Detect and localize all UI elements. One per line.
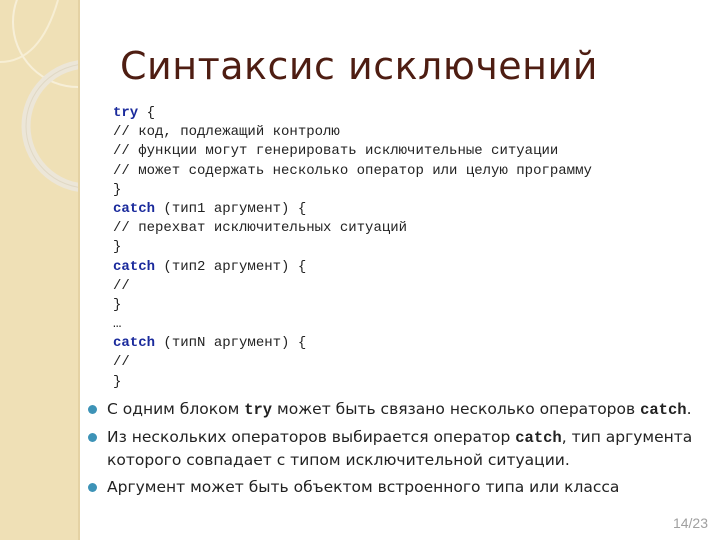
- code-line: }: [113, 373, 592, 392]
- bullet-dot-icon: [88, 433, 97, 442]
- decorative-rings-icon: [0, 0, 78, 192]
- code-line: catch (тип1 аргумент) {: [113, 200, 592, 219]
- code-text: }: [113, 239, 122, 256]
- bullet-text: может быть связано несколько операторов: [272, 400, 641, 418]
- code-line: catch (тип2 аргумент) {: [113, 258, 592, 277]
- code-text: // перехват исключительных ситуаций: [113, 220, 408, 237]
- code-line: // функции могут генерировать исключител…: [113, 142, 592, 161]
- code-line: }: [113, 181, 592, 200]
- slide-title: Синтаксис исключений: [120, 44, 598, 88]
- code-line: }: [113, 296, 592, 315]
- code-text: (тип1 аргумент) {: [155, 200, 307, 217]
- bullet-text: .: [686, 400, 692, 418]
- code-text: // код, подлежащий контролю: [113, 124, 340, 141]
- code-text: // может содержать несколько оператор ил…: [113, 162, 592, 179]
- inline-code: try: [244, 401, 273, 419]
- code-line: // может содержать несколько оператор ил…: [113, 162, 592, 181]
- code-text: //: [113, 277, 130, 294]
- code-text: }: [113, 373, 122, 390]
- code-text: }: [113, 296, 122, 313]
- code-text: // функции могут генерировать исключител…: [113, 143, 559, 160]
- inline-code: catch: [515, 429, 562, 447]
- code-keyword: try: [113, 105, 139, 121]
- decorative-sidebar: [0, 0, 80, 540]
- code-text: (тип2 аргумент) {: [155, 258, 307, 275]
- bullet-text: С одним блоком: [107, 400, 245, 418]
- code-block: try {// код, подлежащий контролю// функц…: [113, 104, 592, 392]
- code-text: …: [113, 316, 122, 333]
- code-keyword: catch: [113, 335, 156, 352]
- page-number: 14/23: [672, 515, 708, 531]
- code-line: //: [113, 353, 592, 372]
- bullet-dot-icon: [88, 483, 97, 492]
- bullet-dot-icon: [88, 405, 97, 414]
- code-line: // код, подлежащий контролю: [113, 123, 592, 142]
- code-line: }: [113, 238, 592, 257]
- code-text: //: [113, 354, 130, 371]
- bullet-item: Аргумент может быть объектом встроенного…: [88, 476, 698, 498]
- code-text: (типN аргумент) {: [155, 335, 307, 352]
- bullet-list: С одним блоком try может быть связано не…: [88, 398, 698, 503]
- code-line: // перехват исключительных ситуаций: [113, 219, 592, 238]
- bullet-text: Аргумент может быть объектом встроенного…: [107, 478, 620, 496]
- code-text: }: [113, 181, 122, 198]
- code-line: …: [113, 315, 592, 334]
- bullet-item: Из нескольких операторов выбирается опер…: [88, 426, 698, 471]
- code-text: {: [138, 105, 156, 121]
- inline-code: catch: [640, 401, 687, 419]
- bullet-item: С одним блоком try может быть связано не…: [88, 398, 698, 421]
- code-keyword: catch: [113, 200, 156, 217]
- code-line: //: [113, 277, 592, 296]
- code-keyword: catch: [113, 258, 156, 275]
- code-line: try {: [113, 104, 592, 123]
- bullet-text: Из нескольких операторов выбирается опер…: [107, 428, 516, 446]
- code-line: catch (типN аргумент) {: [113, 334, 592, 353]
